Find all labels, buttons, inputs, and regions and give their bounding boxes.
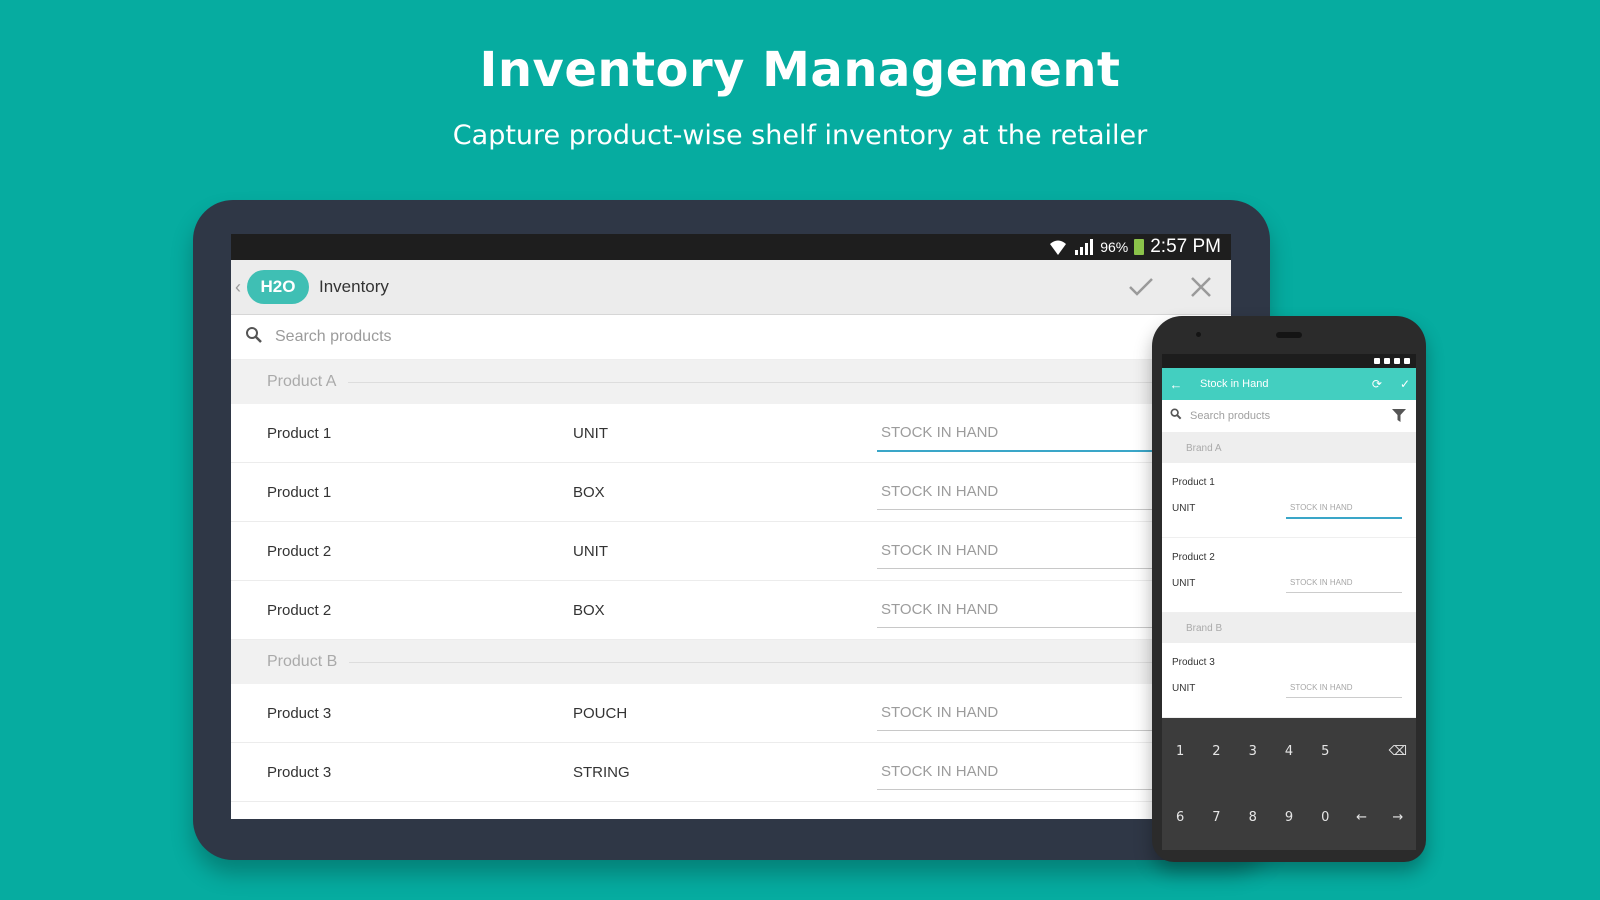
arrow-left-icon[interactable]: ← (1343, 784, 1379, 850)
key-2[interactable]: 2 (1198, 718, 1234, 784)
product-unit: UNIT (573, 424, 608, 442)
arrow-right-icon[interactable]: → (1380, 784, 1416, 850)
stock-input[interactable] (877, 532, 1155, 569)
search-icon (1170, 407, 1182, 425)
phone-app-bar: ← Stock in Hand ⟳ ✓ (1162, 368, 1416, 400)
battery-icon (1134, 239, 1145, 255)
key-9[interactable]: 9 (1271, 784, 1307, 850)
stock-input[interactable] (1286, 497, 1402, 519)
product-unit: BOX (573, 483, 605, 501)
phone-search-input[interactable] (1188, 409, 1352, 423)
phone-search-bar (1162, 400, 1416, 433)
key-4[interactable]: 4 (1271, 718, 1307, 784)
product-name: Product 3 (1172, 657, 1215, 668)
list-item: Product 2 UNIT (1162, 538, 1416, 613)
search-input[interactable] (273, 327, 877, 347)
table-row: Product 2 BOX (231, 581, 1231, 640)
earpiece (1276, 332, 1302, 338)
product-unit: UNIT (1172, 683, 1196, 694)
key-3[interactable]: 3 (1235, 718, 1271, 784)
stock-input[interactable] (877, 591, 1155, 628)
app-logo[interactable]: H2O (247, 270, 309, 304)
list-item: Product 3 UNIT (1162, 643, 1416, 718)
product-name: Product 1 (267, 483, 332, 501)
product-name: Product 3 (267, 704, 332, 722)
product-name: Product 2 (267, 601, 332, 619)
group-header: Product B (231, 640, 1231, 684)
search-bar (231, 315, 1231, 360)
phone-group-header: Brand A (1162, 433, 1416, 463)
numeric-keypad: 1 2 3 4 5 ⌫ 6 7 8 9 0 ← → (1162, 718, 1416, 850)
key-0[interactable]: 0 (1307, 784, 1343, 850)
phone-group-header: Brand B (1162, 613, 1416, 643)
app-bar: ‹ H2O Inventory (231, 260, 1231, 315)
phone-status-bar (1162, 354, 1416, 368)
tablet-device: 96% 2:57 PM ‹ H2O Inventory Search produ… (193, 200, 1270, 860)
search-icon (245, 326, 263, 349)
stock-input[interactable] (877, 473, 1155, 510)
key-empty (1343, 718, 1379, 784)
product-name: Product 1 (267, 424, 332, 442)
close-icon[interactable] (1171, 260, 1231, 314)
table-row: Product 1 BOX (231, 463, 1231, 522)
product-unit: POUCH (573, 704, 628, 722)
product-unit: UNIT (573, 542, 608, 560)
signal-icon (1074, 238, 1094, 256)
key-7[interactable]: 7 (1198, 784, 1234, 850)
back-chevron-icon[interactable]: ‹ (235, 277, 241, 298)
product-unit: UNIT (1172, 578, 1196, 589)
status-time: 2:57 PM (1150, 236, 1221, 257)
refresh-icon[interactable]: ⟳ (1372, 377, 1382, 391)
product-unit: STRING (573, 763, 630, 781)
stock-input[interactable] (1286, 677, 1402, 698)
back-arrow-icon[interactable]: ← (1162, 377, 1190, 392)
check-icon[interactable] (1111, 260, 1171, 314)
product-name: Product 1 (1172, 477, 1215, 488)
camera-dot (1196, 332, 1201, 337)
table-row: Product 2 UNIT (231, 522, 1231, 581)
page-title: Inventory (319, 277, 389, 296)
product-name: Product 3 (267, 763, 332, 781)
hero-title: Inventory Management (479, 42, 1121, 98)
stock-input[interactable] (1286, 572, 1402, 593)
key-8[interactable]: 8 (1235, 784, 1271, 850)
table-row: Product 3 STRING (231, 743, 1231, 802)
battery-percent: 96% (1100, 239, 1129, 255)
hero-subtitle: Capture product-wise shelf inventory at … (452, 120, 1148, 151)
table-row: Product 1 UNIT (231, 404, 1231, 463)
filter-icon[interactable] (1392, 409, 1406, 427)
key-1[interactable]: 1 (1162, 718, 1198, 784)
key-6[interactable]: 6 (1162, 784, 1198, 850)
list-item: Product 1 UNIT (1162, 463, 1416, 538)
status-bar: 96% 2:57 PM (231, 234, 1231, 260)
product-name: Product 2 (1172, 552, 1215, 563)
stock-input[interactable] (877, 753, 1155, 790)
stock-input[interactable] (877, 414, 1155, 452)
stock-input[interactable] (877, 694, 1155, 731)
backspace-icon[interactable]: ⌫ (1380, 718, 1416, 784)
table-row: Product 3 POUCH (231, 684, 1231, 743)
product-unit: UNIT (1172, 503, 1196, 514)
tablet-screen: 96% 2:57 PM ‹ H2O Inventory Search produ… (231, 234, 1231, 819)
phone-screen: ← Stock in Hand ⟳ ✓ Brand A Product 1 UN… (1162, 354, 1416, 850)
product-unit: BOX (573, 601, 605, 619)
check-icon[interactable]: ✓ (1400, 377, 1410, 391)
phone-page-title: Stock in Hand (1200, 378, 1269, 390)
product-name: Product 2 (267, 542, 332, 560)
phone-device: ← Stock in Hand ⟳ ✓ Brand A Product 1 UN… (1152, 316, 1426, 862)
key-5[interactable]: 5 (1307, 718, 1343, 784)
wifi-icon (1048, 238, 1068, 256)
group-header: Product A (231, 360, 1231, 404)
